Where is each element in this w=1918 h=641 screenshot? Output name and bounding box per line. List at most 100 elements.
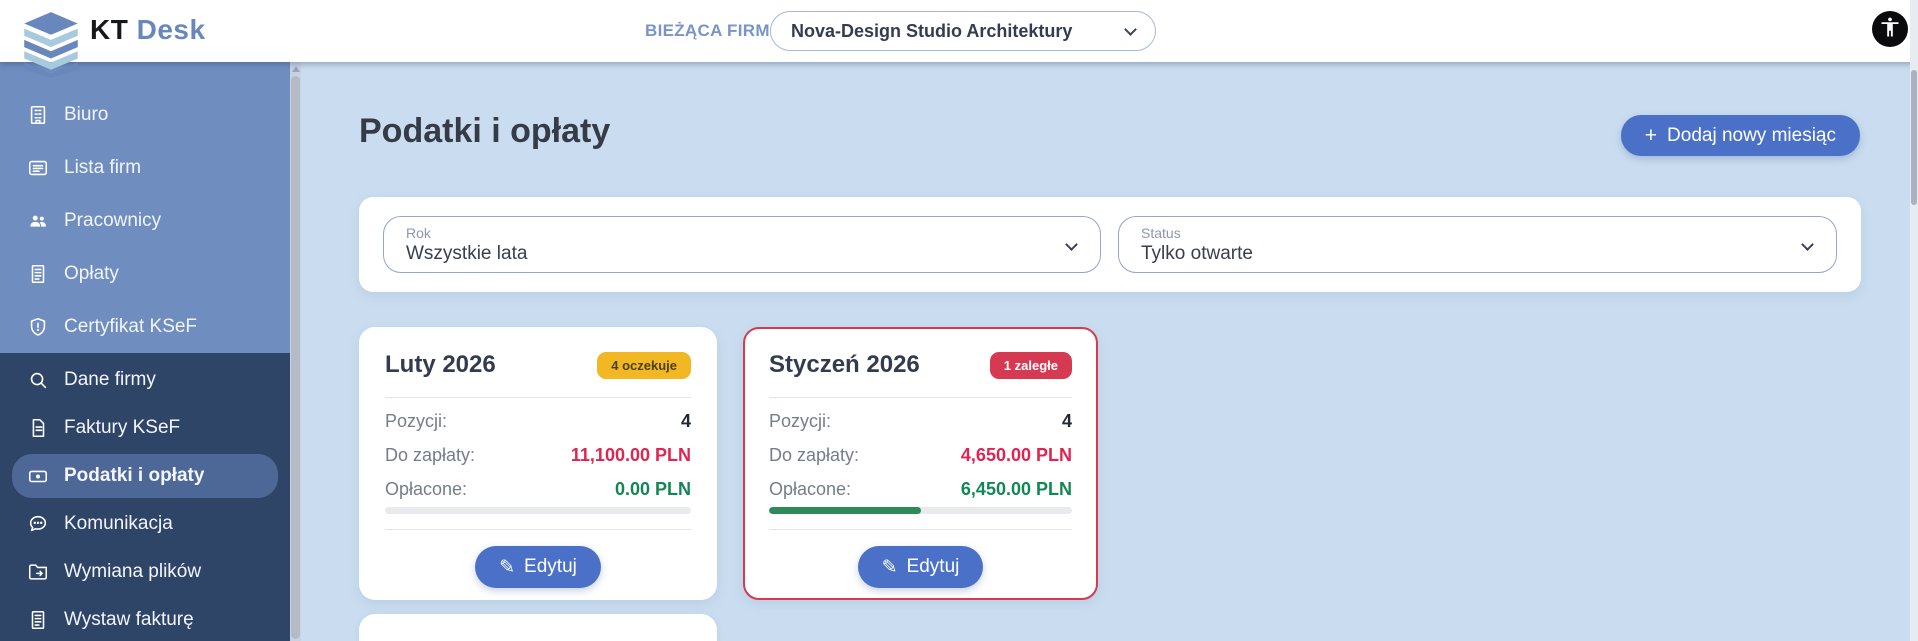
- scrollbar-up-arrow-icon[interactable]: [292, 66, 300, 72]
- divider: [769, 397, 1072, 398]
- chat-icon: [26, 512, 50, 536]
- edit-button-label: Edytuj: [524, 556, 577, 578]
- logo-kt: KT: [90, 14, 128, 45]
- sidebar-item-label: Biuro: [64, 104, 108, 126]
- pencil-icon: ✎: [882, 556, 898, 579]
- sidebar-item-faktury-ksef[interactable]: Faktury KSeF: [0, 404, 290, 452]
- app-logo-icon: [20, 8, 82, 83]
- card-header: Luty 2026 4 oczekuje: [385, 351, 691, 379]
- card-row-paid: Opłacone: 6,450.00 PLN: [769, 479, 1072, 500]
- month-name: Luty 2026: [385, 351, 496, 379]
- edit-month-button[interactable]: ✎ Edytuj: [858, 546, 984, 588]
- month-name: Styczeń 2026: [769, 351, 920, 379]
- sidebar-item-komunikacja[interactable]: Komunikacja: [0, 500, 290, 548]
- card-row-paid: Opłacone: 0.00 PLN: [385, 479, 691, 500]
- card-row-due: Do zapłaty: 11,100.00 PLN: [385, 445, 691, 466]
- row-label: Do zapłaty:: [769, 445, 859, 466]
- row-value: 4: [1062, 411, 1072, 432]
- status-select[interactable]: Status Tylko otwarte: [1118, 216, 1837, 273]
- status-badge: 4 oczekuje: [597, 352, 691, 379]
- logo-desk: Desk: [137, 14, 206, 45]
- sidebar-item-label: Opłaty: [64, 263, 119, 285]
- page-title: Podatki i opłaty: [359, 112, 610, 151]
- month-card-styczen-2026: Styczeń 2026 1 zaległe Pozycji: 4 Do zap…: [743, 327, 1098, 600]
- card-header: Styczeń 2026 1 zaległe: [769, 351, 1072, 379]
- app-root: BIEŻĄCA FIRMA: Nova-Design Studio Archit…: [0, 0, 1918, 641]
- sidebar-item-biuro[interactable]: Biuro: [0, 88, 290, 141]
- chevron-down-icon: [1124, 23, 1137, 36]
- month-card-luty-2026: Luty 2026 4 oczekuje Pozycji: 4 Do zapła…: [359, 327, 717, 600]
- next-month-card-partial: [359, 614, 717, 641]
- row-label: Pozycji:: [769, 411, 831, 432]
- sidebar-item-label: Certyfikat KSeF: [64, 316, 197, 338]
- building-icon: [26, 103, 50, 127]
- sidebar-item-label: Lista firm: [64, 157, 141, 179]
- card-row-positions: Pozycji: 4: [385, 411, 691, 432]
- filters-panel: Rok Wszystkie lata Status Tylko otwarte: [359, 197, 1861, 292]
- sidebar-item-dane-firmy[interactable]: Dane firmy: [0, 356, 290, 404]
- edit-button-label: Edytuj: [907, 556, 960, 578]
- row-label: Pozycji:: [385, 411, 447, 432]
- payment-progress-bar: [769, 507, 1072, 514]
- payment-progress-bar: [385, 507, 691, 514]
- status-select-label: Status: [1141, 225, 1788, 241]
- page-scrollbar[interactable]: [1910, 0, 1918, 641]
- receipt-icon: [26, 262, 50, 286]
- year-select-label: Rok: [406, 225, 1052, 241]
- year-select-value: Wszystkie lata: [406, 243, 1052, 265]
- page-scrollbar-thumb[interactable]: [1911, 70, 1917, 205]
- card-row-positions: Pozycji: 4: [769, 411, 1072, 432]
- chevron-down-icon: [1801, 238, 1814, 251]
- divider: [769, 529, 1072, 530]
- sidebar-item-label: Pracownicy: [64, 210, 161, 232]
- accessibility-button[interactable]: [1872, 11, 1908, 47]
- row-label: Opłacone:: [769, 479, 851, 500]
- sidebar-item-lista-firm[interactable]: Lista firm: [0, 141, 290, 194]
- sidebar-item-podatki-i-oplaty[interactable]: Podatki i opłaty: [12, 454, 278, 498]
- sidebar-item-pracownicy[interactable]: Pracownicy: [0, 194, 290, 247]
- plus-icon: +: [1645, 125, 1657, 146]
- edit-month-button[interactable]: ✎ Edytuj: [475, 546, 601, 588]
- status-select-value: Tylko otwarte: [1141, 243, 1788, 265]
- accessibility-person-icon: [1878, 15, 1902, 44]
- divider: [385, 397, 691, 398]
- status-badge: 1 zaległe: [990, 352, 1072, 379]
- app-title: KT Desk: [90, 14, 206, 46]
- company-list-icon: [26, 156, 50, 180]
- payment-progress-fill: [769, 507, 921, 514]
- current-company-label: BIEŻĄCA FIRMA:: [645, 0, 788, 62]
- row-value: 4: [681, 411, 691, 432]
- search-icon: [26, 368, 50, 392]
- row-value: 6,450.00 PLN: [961, 479, 1072, 500]
- header: BIEŻĄCA FIRMA: Nova-Design Studio Archit…: [0, 0, 1918, 62]
- people-icon: [26, 209, 50, 233]
- company-select-value: Nova-Design Studio Architektury: [791, 21, 1072, 42]
- row-label: Do zapłaty:: [385, 445, 475, 466]
- invoice-icon: [26, 608, 50, 632]
- sidebar-item-oplaty[interactable]: Opłaty: [0, 247, 290, 300]
- sidebar-item-label: Wystaw fakturę: [64, 609, 194, 631]
- company-select[interactable]: Nova-Design Studio Architektury: [770, 11, 1156, 51]
- divider: [385, 529, 691, 530]
- row-value: 0.00 PLN: [615, 479, 691, 500]
- chevron-down-icon: [1065, 238, 1078, 251]
- sidebar-scrollbar-thumb[interactable]: [291, 76, 300, 639]
- sidebar-section-company: Dane firmy Faktury KSeF Podatki i opłaty…: [0, 353, 290, 641]
- sidebar-item-certyfikat-ksef[interactable]: Certyfikat KSeF: [0, 300, 290, 353]
- card-row-due: Do zapłaty: 4,650.00 PLN: [769, 445, 1072, 466]
- add-month-button-label: Dodaj nowy miesiąc: [1667, 125, 1836, 147]
- payments-icon: [26, 464, 50, 488]
- sidebar-item-label: Komunikacja: [64, 513, 173, 535]
- row-value: 4,650.00 PLN: [961, 445, 1072, 466]
- sidebar-scrollbar[interactable]: [290, 62, 301, 641]
- row-label: Opłacone:: [385, 479, 467, 500]
- sidebar-section-office: Biuro Lista firm Pracownicy Opłaty: [0, 62, 290, 353]
- sidebar: Biuro Lista firm Pracownicy Opłaty: [0, 62, 290, 641]
- sidebar-item-label: Dane firmy: [64, 369, 156, 391]
- year-select[interactable]: Rok Wszystkie lata: [383, 216, 1101, 273]
- sidebar-item-wymiana-plikow[interactable]: Wymiana plików: [0, 548, 290, 596]
- sidebar-item-wystaw-fakture[interactable]: Wystaw fakturę: [0, 596, 290, 641]
- add-month-button[interactable]: + Dodaj nowy miesiąc: [1621, 115, 1860, 156]
- pencil-icon: ✎: [499, 556, 515, 579]
- sidebar-item-label: Faktury KSeF: [64, 417, 180, 439]
